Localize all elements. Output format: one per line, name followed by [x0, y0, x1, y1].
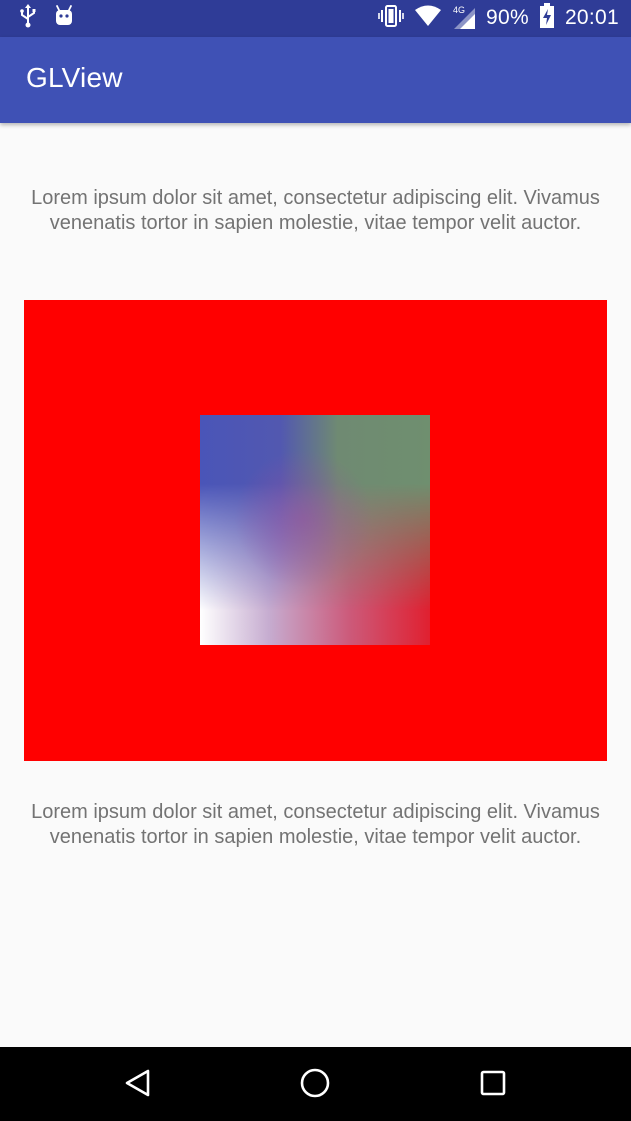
battery-percent: 90%: [486, 6, 529, 29]
navigation-bar: [0, 1047, 631, 1121]
screen: 4G 90% 20:01 GLView Lorem ipsum dolor si…: [0, 0, 631, 1121]
top-text: Lorem ipsum dolor sit amet, consectetur …: [31, 187, 600, 234]
back-button[interactable]: [118, 1065, 158, 1105]
gl-gradient-quad: [200, 415, 430, 645]
bottom-text: Lorem ipsum dolor sit amet, consectetur …: [31, 801, 600, 848]
recents-icon: [479, 1069, 507, 1102]
cellular-4g-icon: 4G: [452, 6, 476, 30]
home-button[interactable]: [295, 1065, 335, 1105]
clock: 20:01: [564, 6, 619, 29]
android-debug-icon: [54, 4, 74, 32]
back-icon: [123, 1068, 153, 1103]
app-bar: GLView: [0, 37, 631, 123]
home-icon: [299, 1067, 331, 1104]
app-title: GLView: [26, 62, 123, 93]
wifi-icon: [414, 5, 442, 32]
status-bar: 4G 90% 20:01: [0, 0, 631, 37]
status-right-icons: 4G 90% 20:01: [378, 2, 619, 34]
battery-icon: [539, 2, 555, 34]
gl-surface-view[interactable]: [24, 300, 607, 761]
vibrate-icon: [378, 4, 404, 33]
recents-button[interactable]: [473, 1065, 513, 1105]
usb-icon: [18, 3, 38, 33]
status-left-icons: [18, 3, 74, 33]
